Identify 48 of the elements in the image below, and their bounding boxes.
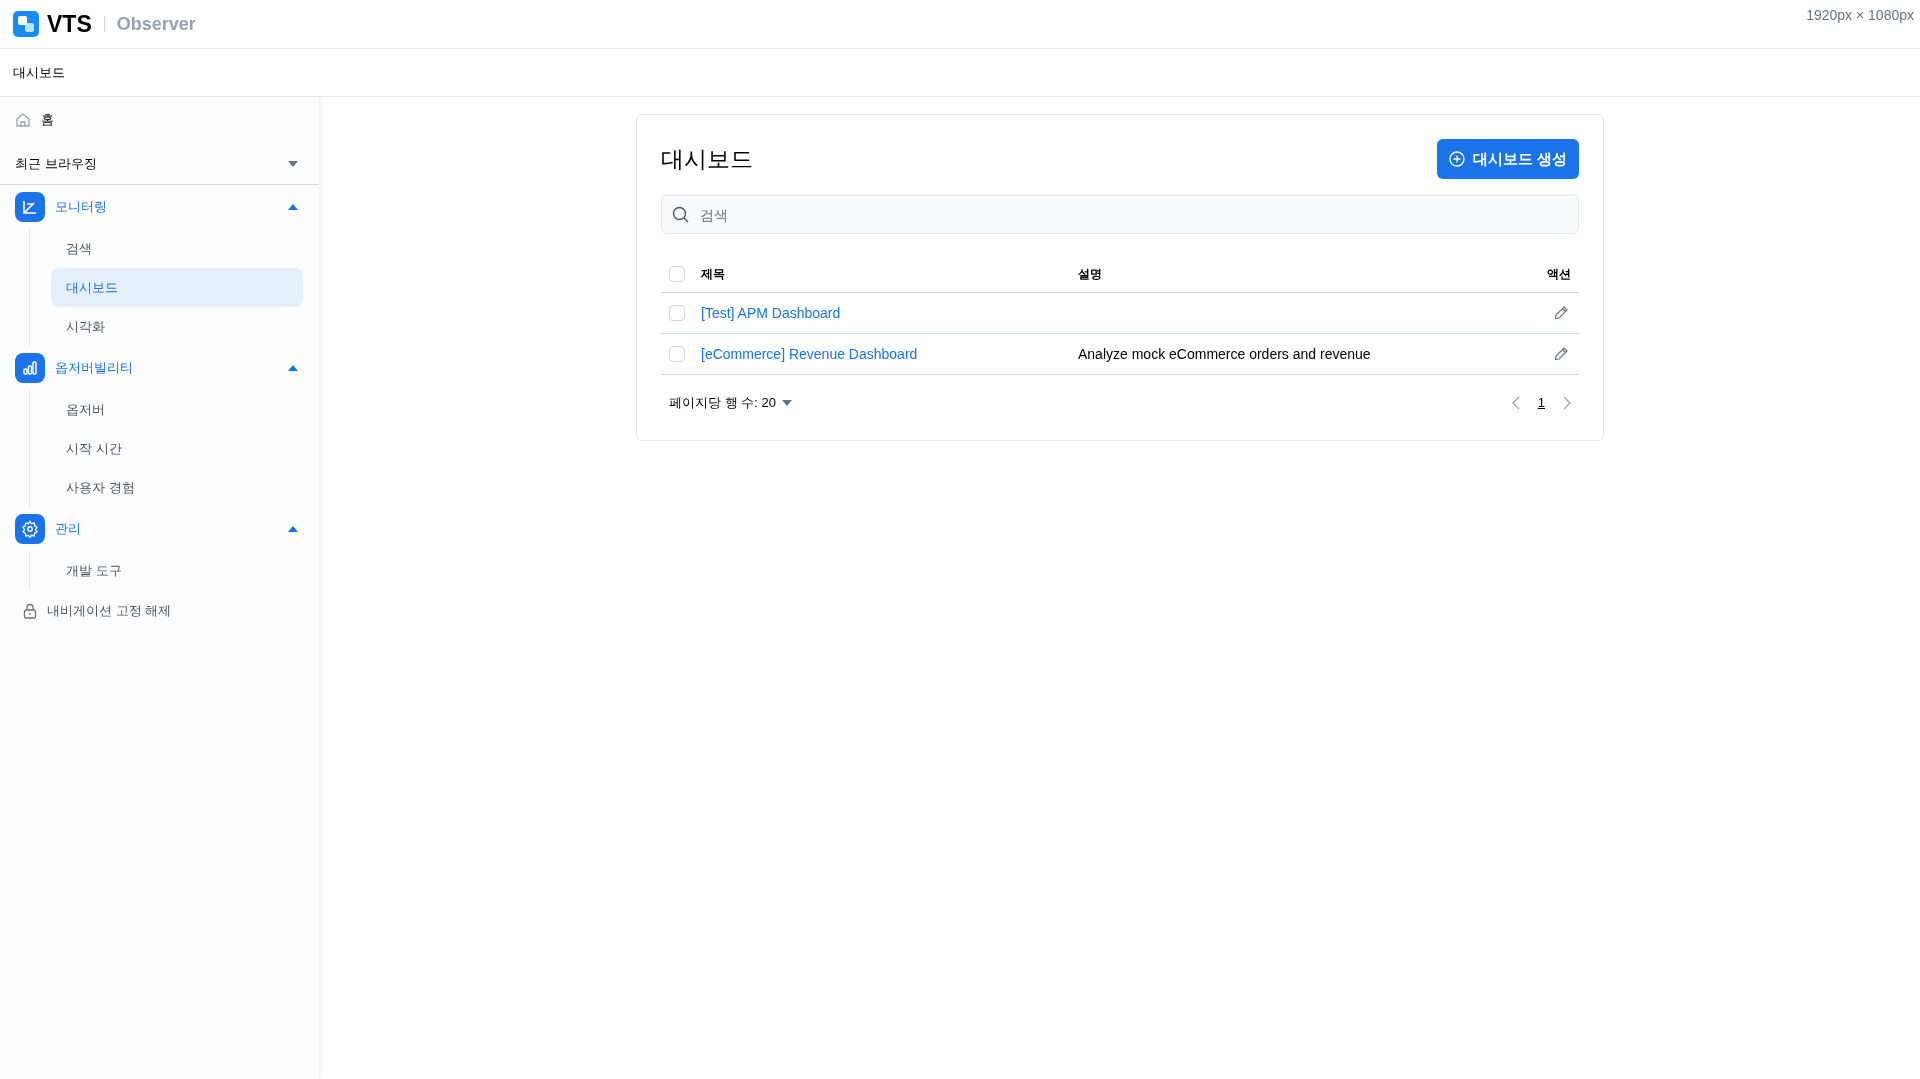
page-number[interactable]: 1 [1537,393,1545,413]
plus-circle-icon [1448,151,1465,167]
chevron-right-icon[interactable] [1563,396,1571,410]
create-dashboard-button[interactable]: 대시보드 생성 [1436,139,1579,179]
home-icon [15,112,31,128]
nav-group-header[interactable]: 옵저버빌리티 [0,346,319,390]
unpin-navigation-item[interactable]: 내비게이션 고정 해제 [0,590,319,632]
breadcrumb: 대시보드 [13,63,65,82]
caret-icon [288,204,298,210]
column-header: 설명 [1078,266,1103,283]
logo-text: VTS [47,9,92,39]
checkbox[interactable] [669,346,685,362]
column-header: 액션 [1547,266,1571,283]
bar-chart-icon [15,353,45,383]
nav-item[interactable]: 옵저버 [51,390,303,429]
page-title: 대시보드 [661,144,753,174]
nav-group-header[interactable]: 관리 [0,507,319,551]
nav-item[interactable]: 시각화 [51,307,303,346]
column-header: 제목 [701,266,726,283]
caret-icon [288,160,298,167]
nav-group-header[interactable]: 모니터링 [0,185,319,229]
checkbox[interactable] [669,305,685,321]
chevron-left-icon[interactable] [1511,396,1520,410]
lock-icon [23,603,37,619]
table-cell: Analyze mock eCommerce orders and revenue [1078,345,1371,362]
product-name: Observer [116,12,196,36]
logo-icon [13,11,39,37]
nav-item[interactable]: 검색 [51,229,303,268]
nav-item[interactable]: 사용자 경험 [51,468,303,507]
dashboard-link[interactable]: [Test] APM Dashboard [701,304,841,321]
search-field[interactable]: 검색 [661,195,1579,234]
pencil-icon[interactable] [1553,305,1569,321]
chart-line-icon [15,192,45,222]
home-item[interactable]: 홈 [0,97,319,143]
recent-browsing-toggle[interactable]: 최근 브라우징 [0,143,319,185]
nav-item[interactable]: 시작 시간 [51,429,303,468]
rows-per-page-selector[interactable]: 페이지당 행 수: 20 [669,393,792,413]
gear-icon [15,514,45,544]
caret-icon [781,400,792,406]
caret-icon [288,365,298,371]
pencil-icon[interactable] [1553,346,1569,362]
search-icon [672,206,689,223]
nav-item[interactable]: 개발 도구 [51,551,303,590]
checkbox[interactable] [669,266,685,282]
caret-icon [288,526,298,532]
dashboard-link[interactable]: [eCommerce] Revenue Dashboard [701,345,918,362]
nav-item[interactable]: 대시보드 [51,268,303,307]
dimensions-label: 1920px × 1080px [1806,6,1914,25]
